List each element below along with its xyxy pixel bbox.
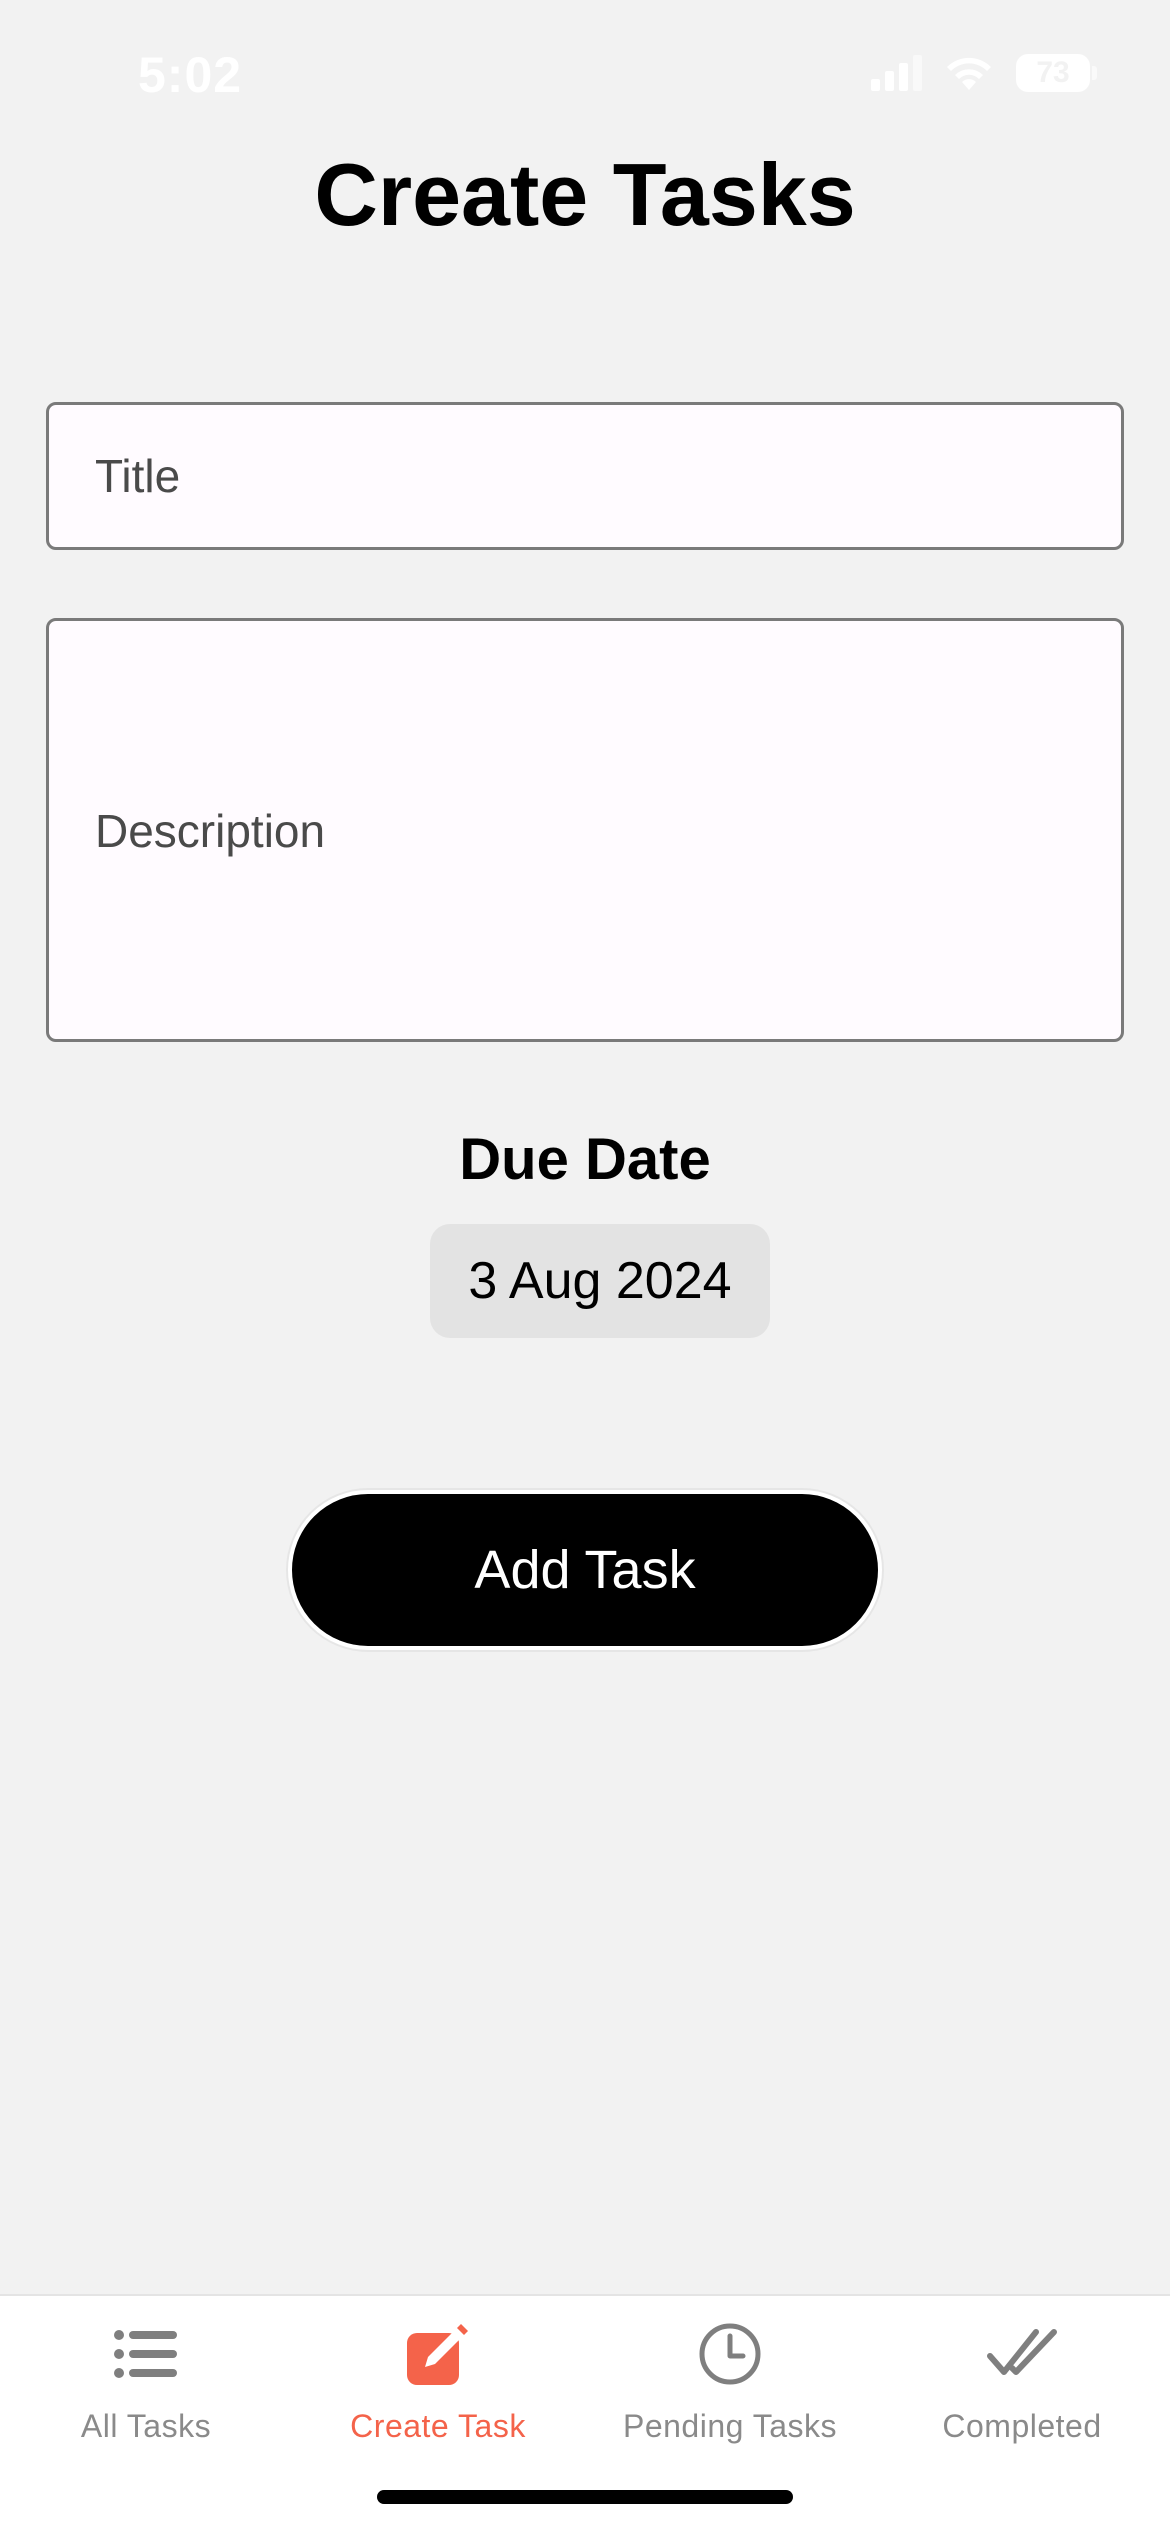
title-input[interactable] — [46, 402, 1124, 550]
status-time: 5:02 — [138, 47, 243, 103]
battery-icon: 73 — [1016, 54, 1097, 92]
tab-label: Create Task — [350, 2408, 526, 2444]
description-input[interactable] — [46, 618, 1124, 1042]
battery-level: 73 — [1036, 56, 1070, 89]
home-indicator[interactable] — [377, 2490, 793, 2504]
status-icons: 73 — [871, 54, 1097, 92]
tab-completed[interactable]: Completed — [876, 2296, 1168, 2456]
add-task-label: Add Task — [474, 1540, 696, 1600]
status-bar: 5:02 73 — [0, 0, 1170, 150]
tab-label: All Tasks — [80, 2408, 212, 2444]
tab-all-tasks[interactable]: All Tasks — [0, 2296, 292, 2456]
clock-icon — [694, 2318, 766, 2390]
due-date-value: 3 Aug 2024 — [468, 1252, 732, 1310]
add-task-button[interactable]: Add Task — [288, 1490, 882, 1650]
tab-label: Completed — [942, 2408, 1102, 2444]
tab-create-task[interactable]: Create Task — [292, 2296, 584, 2456]
edit-icon — [402, 2318, 474, 2390]
due-date-picker[interactable]: 3 Aug 2024 — [430, 1224, 770, 1338]
double-check-icon — [986, 2318, 1058, 2390]
cellular-signal-icon — [871, 55, 922, 91]
tab-pending-tasks[interactable]: Pending Tasks — [584, 2296, 876, 2456]
tab-label: Pending Tasks — [622, 2408, 838, 2444]
page-title: Create Tasks — [314, 145, 856, 244]
list-icon — [110, 2318, 182, 2390]
due-date-label: Due Date — [459, 1127, 711, 1192]
wifi-icon — [944, 54, 994, 92]
